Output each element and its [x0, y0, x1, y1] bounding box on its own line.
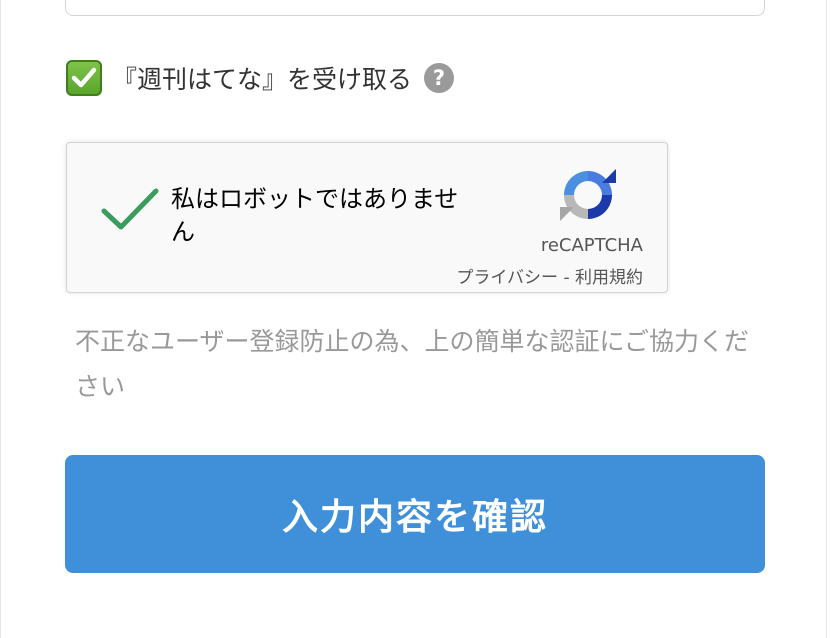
recaptcha-checkmark-icon[interactable]: [101, 187, 159, 231]
newsletter-option: 『週刊はてな』を受け取る ?: [66, 58, 455, 98]
frame-left-border: [0, 0, 1, 638]
confirm-input-button[interactable]: 入力内容を確認: [65, 455, 765, 573]
verification-notice: 不正なユーザー登録防止の為、上の簡単な認証にご協力ください: [75, 327, 750, 401]
terms-link[interactable]: 利用規約: [575, 268, 643, 288]
newsletter-label[interactable]: 『週刊はてな』を受け取る: [112, 60, 412, 96]
recaptcha-label: 私はロボットではありません: [171, 185, 459, 246]
newsletter-checkbox[interactable]: [66, 60, 102, 96]
privacy-link[interactable]: プライバシー: [456, 268, 558, 288]
recaptcha-links: プライバシー - 利用規約: [456, 263, 643, 288]
help-glyph: ?: [432, 66, 446, 90]
previous-input-field[interactable]: [65, 0, 765, 16]
recaptcha-logo-icon: [560, 169, 616, 221]
checkmark-icon: [71, 67, 97, 88]
links-separator: -: [558, 268, 575, 288]
page: 『週刊はてな』を受け取る ? 私はロボットではありません reCAPTCHA プ…: [0, 0, 834, 638]
frame-right-border: [826, 0, 827, 638]
recaptcha-brand: reCAPTCHA: [540, 235, 643, 256]
question-mark-icon[interactable]: ?: [424, 63, 455, 93]
recaptcha-widget: 私はロボットではありません reCAPTCHA プライバシー - 利用規約: [66, 142, 668, 293]
